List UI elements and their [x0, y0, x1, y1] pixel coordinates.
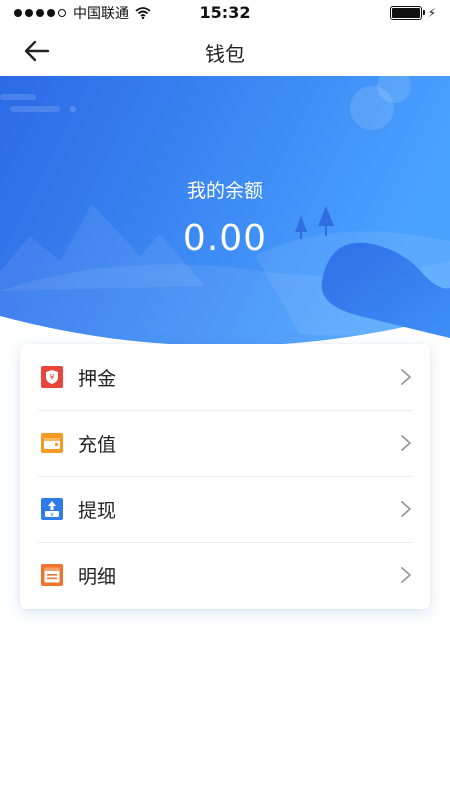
menu-item-details[interactable]: 明细 [20, 542, 430, 608]
menu-item-recharge[interactable]: 充值 [20, 410, 430, 476]
menu-item-deposit[interactable]: ¥ 押金 [20, 344, 430, 410]
menu-item-label: 充值 [78, 433, 117, 456]
details-ledger-icon [41, 564, 63, 586]
recharge-wallet-icon [41, 433, 63, 453]
navigation-bar: 钱包 [0, 26, 450, 76]
withdraw-icon: ¥ [41, 498, 63, 520]
charging-bolt-icon: ⚡ [427, 6, 436, 20]
battery-icon [389, 6, 425, 20]
svg-text:¥: ¥ [50, 512, 54, 518]
status-bar: 中国联通 15:32 ⚡ [0, 0, 450, 26]
chevron-right-icon [401, 435, 411, 451]
deposit-shield-icon: ¥ [41, 366, 63, 388]
chevron-right-icon [401, 501, 411, 517]
wallet-menu-card: ¥ 押金 充值 ¥ 提现 明细 [20, 344, 430, 609]
balance-amount: 0.00 [182, 218, 268, 259]
menu-item-withdraw[interactable]: ¥ 提现 [20, 476, 430, 542]
balance-banner: 我的余额 0.00 [0, 76, 450, 376]
status-time: 15:32 [199, 3, 251, 22]
menu-item-label: 提现 [78, 499, 117, 522]
battery-status: ⚡ [389, 6, 436, 20]
menu-item-label: 押金 [78, 367, 117, 390]
menu-item-label: 明细 [78, 565, 117, 588]
chevron-right-icon [401, 369, 411, 385]
page-title: 钱包 [205, 42, 245, 66]
balance-label: 我的余额 [186, 180, 263, 202]
svg-text:¥: ¥ [49, 373, 54, 382]
chevron-right-icon [401, 567, 411, 583]
